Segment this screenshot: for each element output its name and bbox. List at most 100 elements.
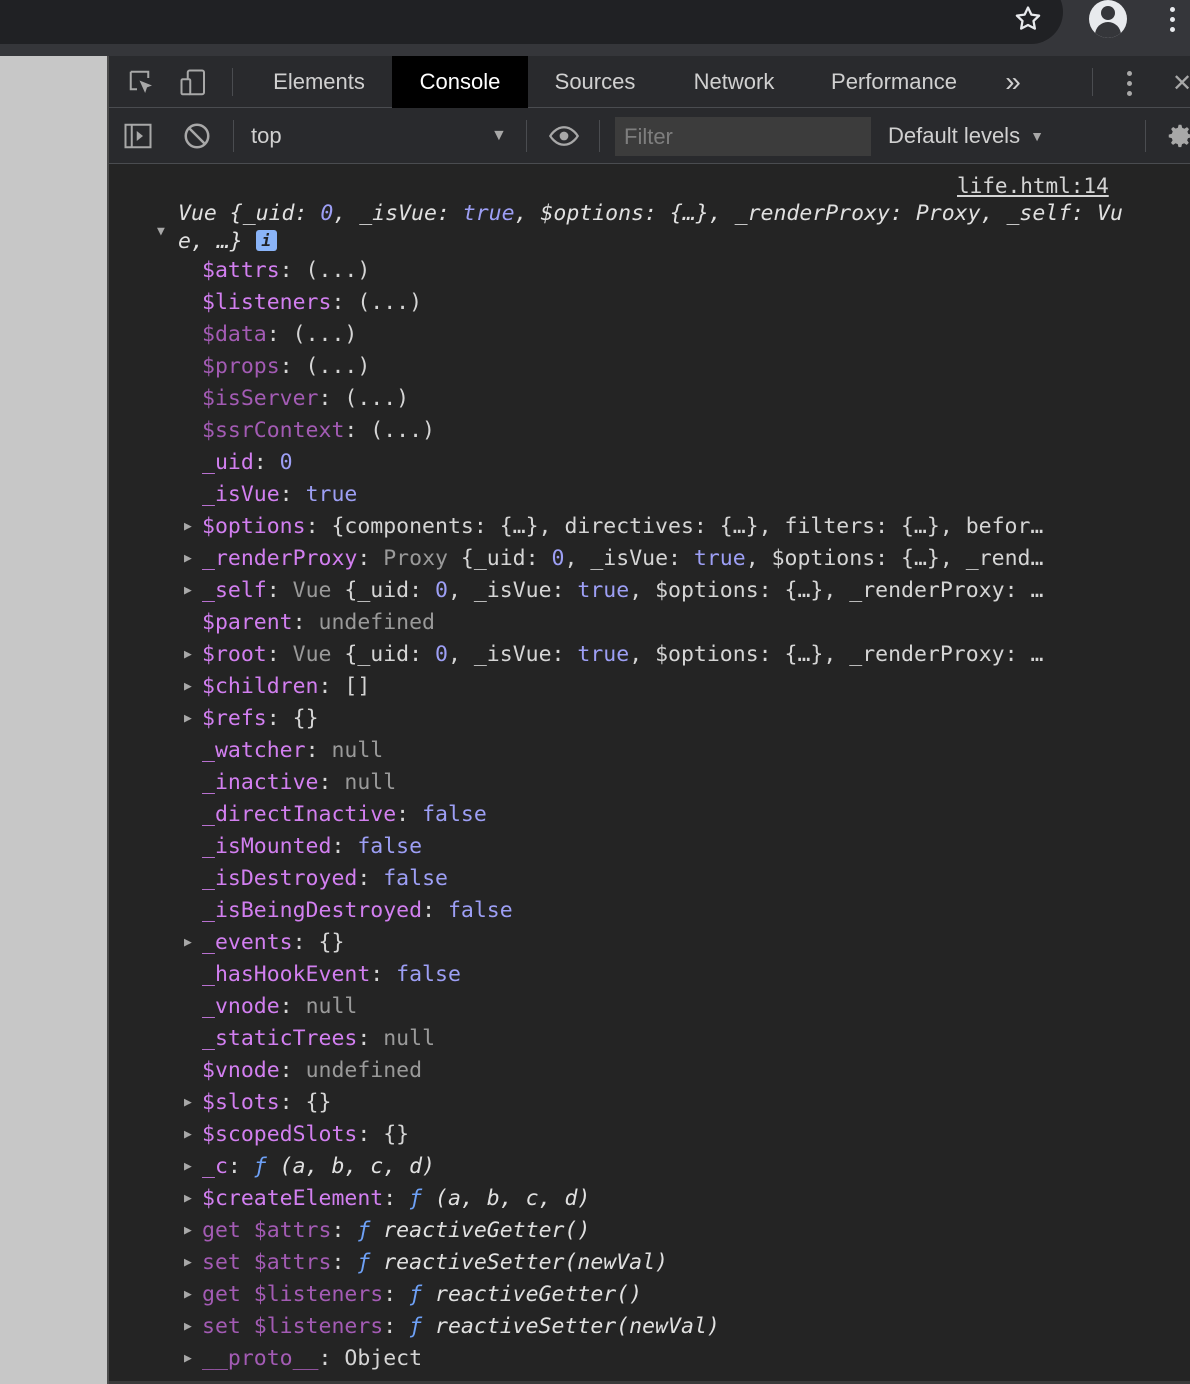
property-row[interactable]: ▶ _renderProxy: Proxy {_uid: 0, _isVue: t… bbox=[109, 543, 1144, 575]
devtools-menu-icon[interactable] bbox=[1117, 66, 1141, 100]
expand-triangle-icon[interactable]: ▶ bbox=[184, 575, 192, 607]
close-devtools-icon[interactable]: ✕ bbox=[1167, 66, 1190, 100]
property-key: __proto__ bbox=[202, 1346, 319, 1371]
property-key: _inactive bbox=[202, 770, 319, 795]
property-row[interactable]: ▶ $children: [] bbox=[109, 671, 1144, 703]
expand-triangle-icon[interactable]: ▶ bbox=[184, 1343, 192, 1375]
source-link[interactable]: life.html:14 bbox=[957, 174, 1109, 198]
more-tabs-icon[interactable]: » bbox=[995, 56, 1031, 108]
object-properties: $attrs: (...) $listeners: (...) $data: (..… bbox=[109, 255, 1190, 1375]
log-levels-dropdown[interactable]: Default levels ▼ bbox=[888, 108, 1044, 164]
property-text: _isBeingDestroyed: false bbox=[202, 895, 1144, 927]
property-row[interactable]: ▶ $createElement: ƒ (a, b, c, d) bbox=[109, 1183, 1144, 1215]
console-output: life.html:14 ▼ Vue {_uid: 0, _isVue: tru… bbox=[109, 164, 1190, 1384]
filter-input[interactable] bbox=[615, 117, 871, 156]
property-row[interactable]: ▶ $root: Vue {_uid: 0, _isVue: true, $opt… bbox=[109, 639, 1144, 671]
expand-triangle-icon[interactable]: ▼ bbox=[157, 224, 165, 239]
property-value: : {} bbox=[279, 1090, 332, 1115]
property-text: _staticTrees: null bbox=[202, 1023, 1144, 1055]
property-value: : Object bbox=[318, 1346, 423, 1371]
expand-triangle-icon[interactable]: ▶ bbox=[184, 1151, 192, 1183]
expand-triangle-icon[interactable]: ▶ bbox=[184, 543, 192, 575]
property-value: reactiveGetter() bbox=[435, 1282, 643, 1307]
property-value: null bbox=[344, 770, 397, 795]
tab-performance[interactable]: Performance bbox=[809, 56, 979, 108]
property-row: _isDestroyed: false bbox=[109, 863, 1144, 895]
expand-triangle-icon[interactable]: ▶ bbox=[184, 1119, 192, 1151]
expand-triangle-icon[interactable]: ▶ bbox=[184, 1247, 192, 1279]
property-value: reactiveGetter() bbox=[383, 1218, 591, 1243]
property-value: : bbox=[292, 610, 319, 635]
property-value: reactiveSetter(newVal) bbox=[435, 1314, 720, 1339]
expand-triangle-icon[interactable]: ▶ bbox=[184, 639, 192, 671]
property-value: , $options: {…}, _renderProxy: … bbox=[629, 578, 1044, 603]
info-icon[interactable]: i bbox=[255, 230, 277, 251]
expand-triangle-icon[interactable]: ▶ bbox=[184, 1311, 192, 1343]
property-row: _inactive: null bbox=[109, 767, 1144, 799]
property-value: : bbox=[305, 738, 332, 763]
device-toolbar-icon[interactable] bbox=[177, 66, 211, 100]
toolbar-separator bbox=[1145, 120, 1146, 152]
property-text: get $attrs: ƒ reactiveGetter() bbox=[202, 1215, 1144, 1247]
levels-dropdown-arrow-icon: ▼ bbox=[1030, 128, 1044, 144]
console-settings-gear-icon[interactable] bbox=[1163, 120, 1190, 152]
property-key: $parent bbox=[202, 610, 293, 635]
expand-triangle-icon[interactable]: ▶ bbox=[184, 671, 192, 703]
expand-triangle-icon[interactable]: ▶ bbox=[184, 1215, 192, 1247]
property-row[interactable]: ▶ get $attrs: ƒ reactiveGetter() bbox=[109, 1215, 1144, 1247]
property-text: $children: [] bbox=[202, 671, 1144, 703]
property-text: $listeners: (...) bbox=[202, 287, 1144, 319]
property-key: $refs bbox=[202, 706, 267, 731]
expand-triangle-icon[interactable]: ▶ bbox=[184, 1087, 192, 1119]
profile-avatar-icon[interactable] bbox=[1088, 0, 1128, 38]
expand-triangle-icon[interactable]: ▶ bbox=[184, 1279, 192, 1311]
show-sidebar-icon[interactable] bbox=[121, 120, 155, 152]
expand-triangle-icon[interactable]: ▶ bbox=[184, 511, 192, 543]
browser-menu-icon[interactable] bbox=[1158, 0, 1186, 38]
object-summary[interactable]: Vue {_uid: 0, _isVue: true, $options: {…… bbox=[178, 200, 1138, 256]
property-row[interactable]: ▶ _c: ƒ (a, b, c, d) bbox=[109, 1151, 1144, 1183]
property-row[interactable]: ▶ _self: Vue {_uid: 0, _isVue: true, $opt… bbox=[109, 575, 1144, 607]
property-text: $attrs: (...) bbox=[202, 255, 1144, 287]
tab-network[interactable]: Network bbox=[669, 56, 799, 108]
property-text: $root: Vue {_uid: 0, _isVue: true, $opti… bbox=[202, 639, 1144, 671]
property-key: _hasHookEvent bbox=[202, 962, 371, 987]
property-row[interactable]: ▶ $options: {components: {…}, directives:… bbox=[109, 511, 1144, 543]
property-key: $slots bbox=[202, 1090, 280, 1115]
property-row: _staticTrees: null bbox=[109, 1023, 1144, 1055]
property-row[interactable]: ▶ set $listeners: ƒ reactiveSetter(newVal… bbox=[109, 1311, 1144, 1343]
property-row[interactable]: ▶ $scopedSlots: {} bbox=[109, 1119, 1144, 1151]
property-text: $scopedSlots: {} bbox=[202, 1119, 1144, 1151]
property-value: , $options: {…}, _renderProxy: … bbox=[629, 642, 1044, 667]
expand-triangle-icon[interactable]: ▶ bbox=[184, 703, 192, 735]
expand-triangle-icon[interactable]: ▶ bbox=[184, 927, 192, 959]
property-row[interactable]: ▶ $refs: {} bbox=[109, 703, 1144, 735]
tab-elements[interactable]: Elements bbox=[249, 56, 389, 108]
property-row[interactable]: ▶ get $listeners: ƒ reactiveGetter() bbox=[109, 1279, 1144, 1311]
context-selector[interactable]: top bbox=[251, 108, 282, 164]
live-expression-eye-icon[interactable] bbox=[545, 120, 583, 152]
bookmark-star-icon[interactable] bbox=[1010, 0, 1046, 38]
property-key: $createElement bbox=[202, 1186, 384, 1211]
property-row[interactable]: ▶ set $attrs: ƒ reactiveSetter(newVal) bbox=[109, 1247, 1144, 1279]
property-row: _directInactive: false bbox=[109, 799, 1144, 831]
property-row[interactable]: ▶ __proto__: Object bbox=[109, 1343, 1144, 1375]
tab-sources[interactable]: Sources bbox=[531, 56, 659, 108]
devtools-panel: Elements Console Sources Network Perform… bbox=[109, 56, 1190, 1384]
property-text: _isDestroyed: false bbox=[202, 863, 1144, 895]
property-text: _hasHookEvent: false bbox=[202, 959, 1144, 991]
property-row[interactable]: ▶ _events: {} bbox=[109, 927, 1144, 959]
property-value: : (...) bbox=[279, 258, 371, 283]
expand-triangle-icon[interactable]: ▶ bbox=[184, 1183, 192, 1215]
context-dropdown-arrow-icon[interactable]: ▼ bbox=[491, 108, 507, 164]
property-row[interactable]: ▶ $slots: {} bbox=[109, 1087, 1144, 1119]
tab-console[interactable]: Console bbox=[392, 56, 528, 108]
property-key: $vnode bbox=[202, 1058, 280, 1083]
inspect-element-icon[interactable] bbox=[125, 66, 159, 100]
property-key: $options bbox=[202, 514, 306, 539]
property-value: : (...) bbox=[344, 418, 435, 443]
address-bar[interactable] bbox=[0, 0, 1063, 44]
clear-console-icon[interactable] bbox=[181, 120, 213, 152]
property-text: $slots: {} bbox=[202, 1087, 1144, 1119]
property-row: _isVue: true bbox=[109, 479, 1144, 511]
